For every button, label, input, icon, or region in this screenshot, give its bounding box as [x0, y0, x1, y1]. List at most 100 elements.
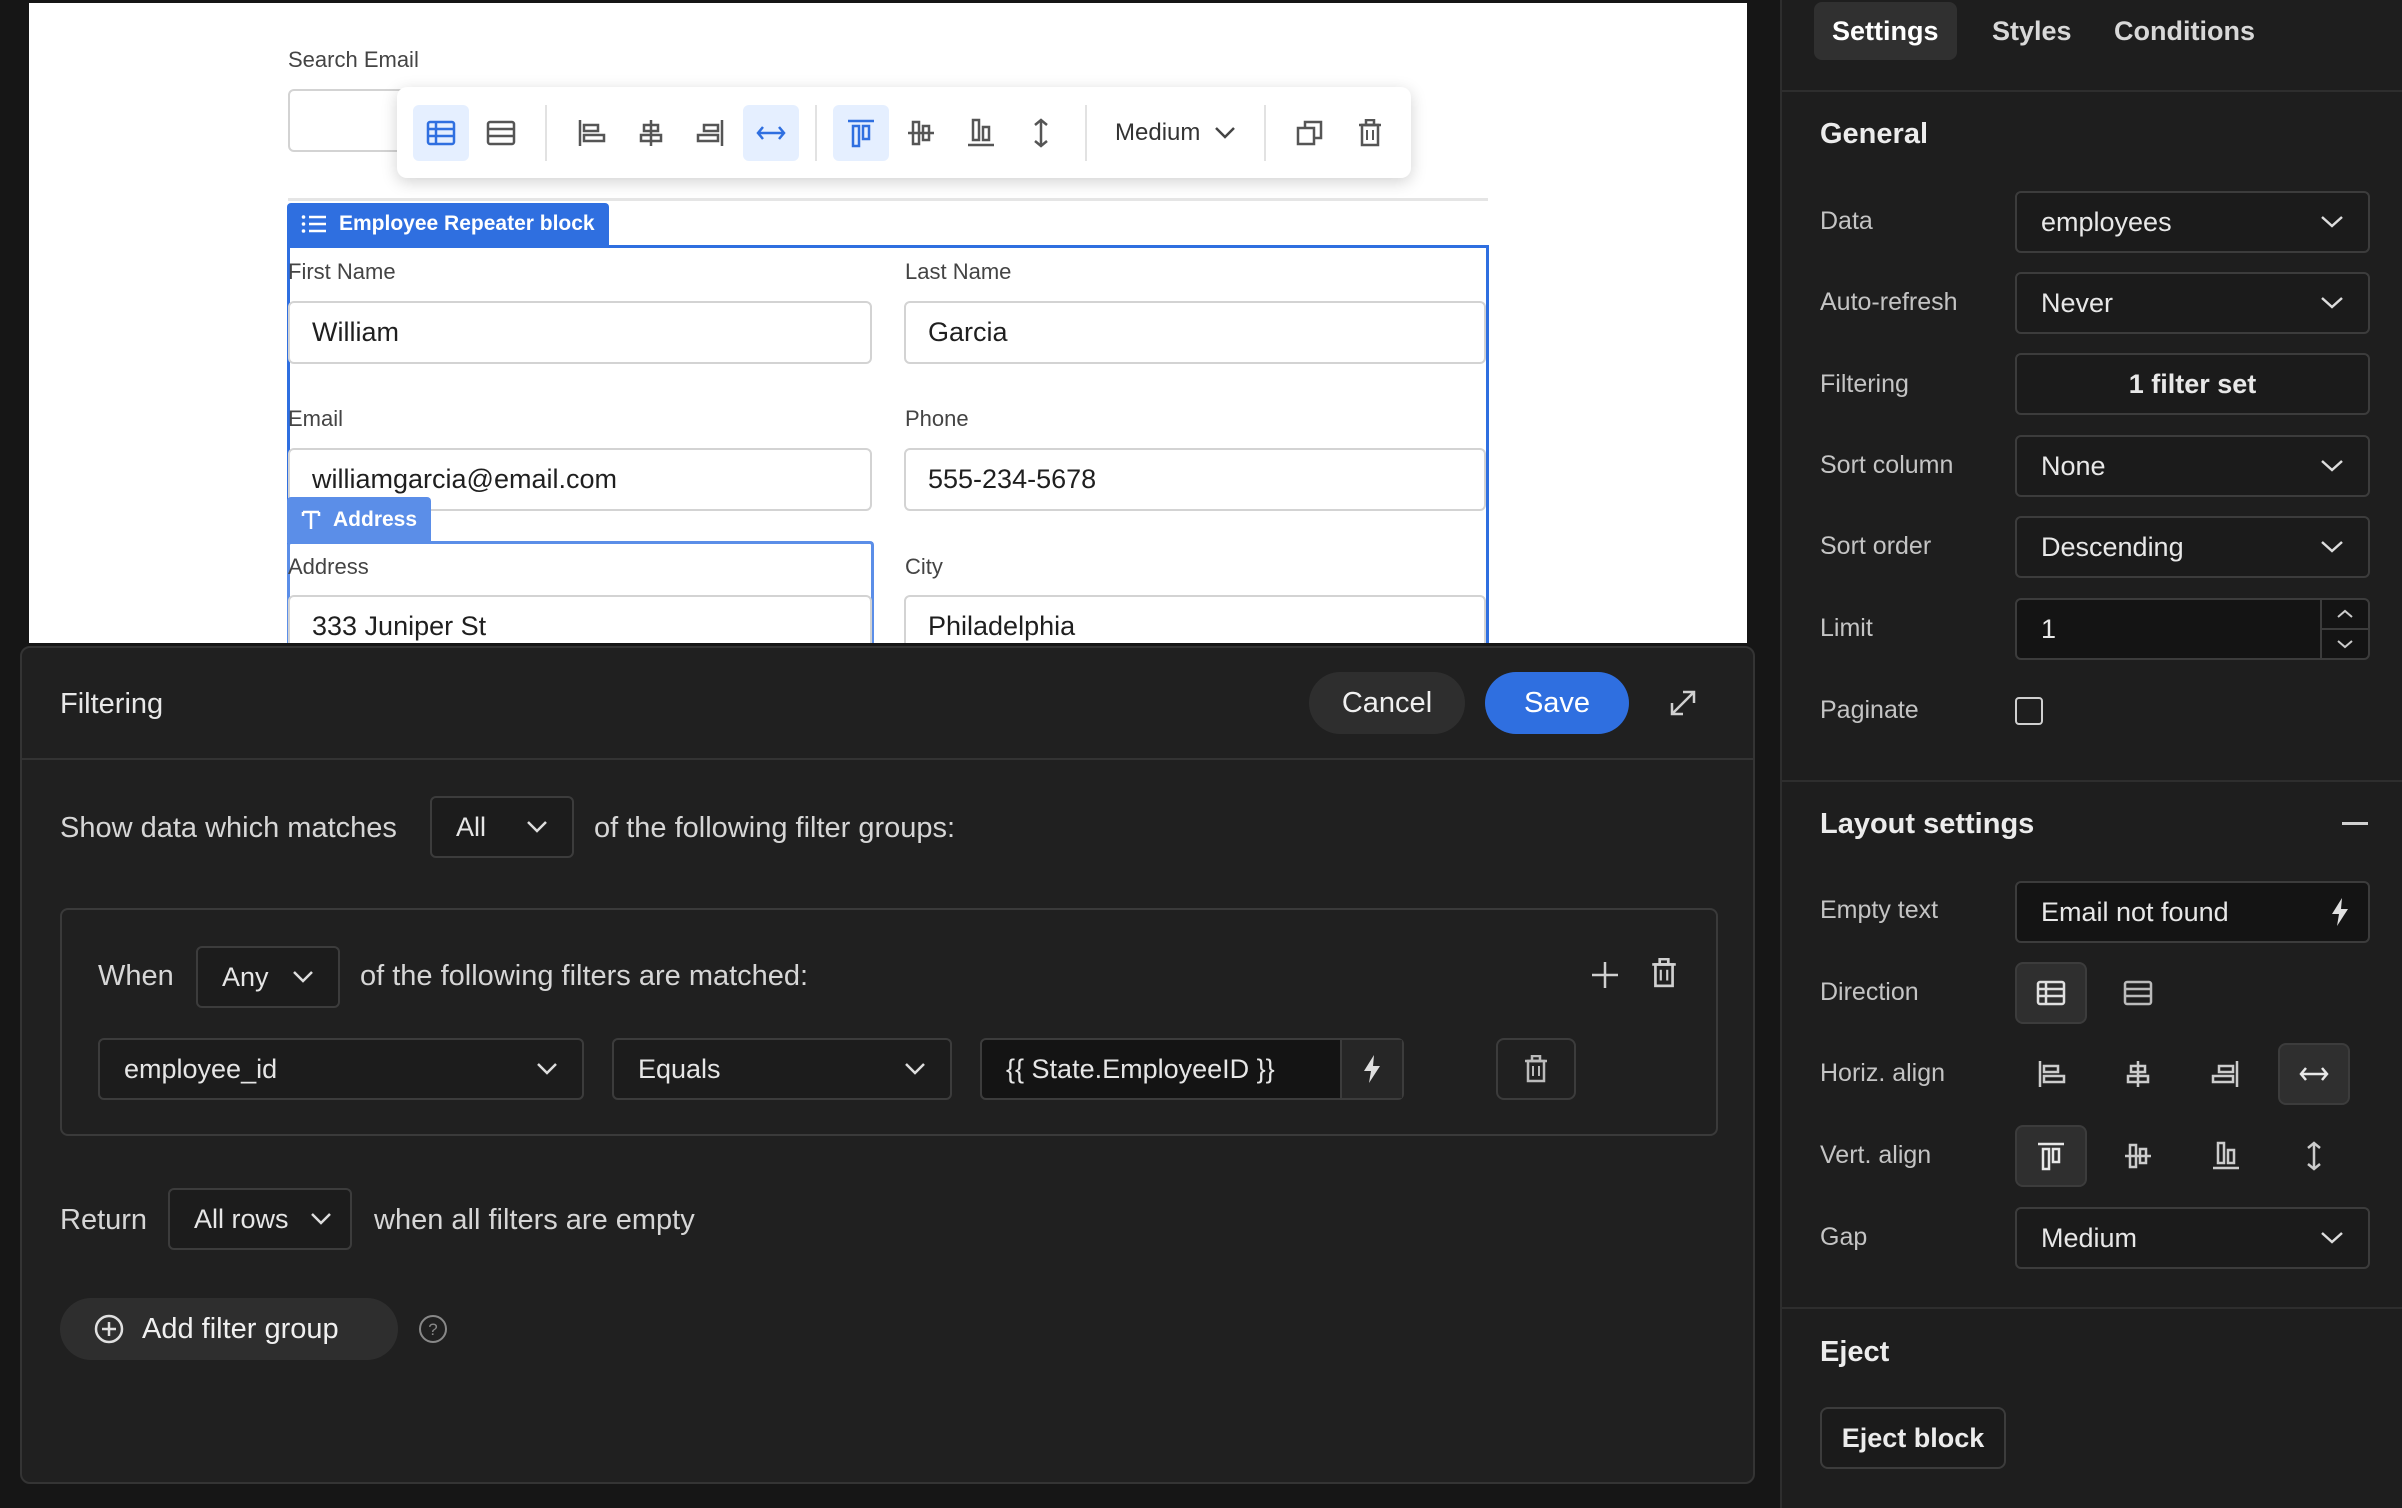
chevron-down-icon — [905, 1063, 925, 1075]
limit-increment-button[interactable] — [2322, 600, 2368, 630]
sort-column-label: Sort column — [1820, 451, 1954, 479]
cancel-button[interactable]: Cancel — [1309, 672, 1465, 734]
autorefresh-value: Never — [2041, 287, 2114, 318]
filtering-button[interactable]: 1 filter set — [2015, 353, 2370, 415]
email-label: Email — [288, 406, 344, 431]
direction-vertical-button[interactable] — [413, 104, 469, 161]
save-button[interactable]: Save — [1485, 672, 1629, 734]
direction-horizontal-button[interactable] — [473, 105, 529, 161]
return-suffix-text: when all filters are empty — [374, 1204, 695, 1236]
add-filter-group-button[interactable]: Add filter group — [60, 1298, 398, 1360]
valign-top-option[interactable] — [2015, 1125, 2087, 1187]
expand-button[interactable] — [1668, 688, 1698, 718]
list-icon — [301, 215, 326, 233]
sort-column-dropdown[interactable]: None — [2015, 435, 2370, 497]
delete-group-button[interactable] — [1650, 958, 1678, 988]
tab-settings[interactable]: Settings — [1814, 2, 1957, 60]
eject-section-title: Eject — [1820, 1336, 1890, 1368]
align-left-button[interactable] — [563, 105, 619, 161]
sort-order-label: Sort order — [1820, 532, 1932, 560]
delete-filter-button[interactable] — [1496, 1038, 1576, 1100]
valign-middle-option[interactable] — [2102, 1125, 2174, 1187]
add-filter-button[interactable] — [1590, 960, 1620, 990]
help-button[interactable]: ? — [418, 1314, 448, 1344]
paginate-checkbox[interactable] — [2015, 697, 2043, 725]
duplicate-button[interactable] — [1282, 105, 1338, 161]
valign-top-button[interactable] — [833, 104, 889, 161]
limit-decrement-button[interactable] — [2322, 630, 2368, 658]
empty-text-input[interactable]: Email not found — [2015, 881, 2370, 943]
empty-text-label: Empty text — [1820, 896, 1939, 924]
search-email-input[interactable] — [288, 89, 408, 152]
direction-vertical-option[interactable] — [2015, 962, 2087, 1024]
limit-label: Limit — [1820, 614, 1873, 642]
eject-block-button[interactable]: Eject block — [1820, 1407, 2006, 1469]
vertical-arrows-icon — [2307, 1141, 2321, 1171]
align-center-button[interactable] — [623, 105, 679, 161]
data-dropdown[interactable]: employees — [2015, 191, 2370, 253]
horizontal-arrows-icon — [756, 125, 786, 140]
sort-order-value: Descending — [2041, 531, 2184, 562]
first-name-label: First Name — [288, 259, 396, 284]
city-input[interactable]: Philadelphia — [904, 595, 1486, 643]
first-name-input[interactable]: William — [288, 301, 872, 364]
valign-bottom-icon — [968, 118, 994, 146]
autorefresh-dropdown[interactable]: Never — [2015, 272, 2370, 334]
chevron-down-icon — [2321, 541, 2343, 553]
repeater-badge[interactable]: Employee Repeater block — [287, 203, 609, 245]
delete-block-button[interactable] — [1342, 105, 1398, 161]
filter-field-dropdown[interactable]: employee_id — [98, 1038, 584, 1100]
valign-middle-button[interactable] — [893, 105, 949, 161]
collapse-icon[interactable] — [2342, 822, 2368, 825]
direction-horizontal-option[interactable] — [2102, 962, 2174, 1024]
autorefresh-label: Auto-refresh — [1820, 288, 1958, 316]
sort-order-dropdown[interactable]: Descending — [2015, 516, 2370, 578]
when-mode-dropdown[interactable]: Any — [196, 946, 340, 1008]
binding-button[interactable] — [1340, 1040, 1402, 1098]
chevron-down-icon — [2337, 640, 2353, 649]
return-rows-dropdown[interactable]: All rows — [168, 1188, 352, 1250]
vert-align-label: Vert. align — [1820, 1141, 1932, 1169]
valign-bottom-option[interactable] — [2190, 1125, 2262, 1187]
align-left-icon — [2038, 1061, 2066, 1087]
stretch-vertical-button[interactable] — [1013, 105, 1069, 161]
match-mode-value: All — [456, 811, 487, 842]
trash-icon — [1359, 118, 1382, 146]
trash-icon — [1525, 1055, 1547, 1083]
chevron-down-icon — [527, 821, 547, 833]
halign-left-option[interactable] — [2015, 1043, 2087, 1105]
valign-top-icon — [848, 119, 874, 147]
data-label: Data — [1820, 207, 1873, 235]
valign-stretch-option[interactable] — [2278, 1125, 2350, 1187]
valign-bottom-button[interactable] — [953, 105, 1009, 161]
data-value: employees — [2041, 206, 2172, 237]
gap-setting-dropdown[interactable]: Medium — [2015, 1207, 2370, 1269]
match-mode-dropdown[interactable]: All — [430, 796, 574, 858]
limit-stepper[interactable]: 1 — [2015, 598, 2370, 660]
halign-stretch-option[interactable] — [2278, 1043, 2350, 1105]
align-right-button[interactable] — [683, 105, 739, 161]
stretch-horizontal-button[interactable] — [743, 104, 799, 161]
valign-middle-icon — [2125, 1143, 2151, 1169]
tab-styles[interactable]: Styles — [1974, 2, 2090, 60]
address-badge-label: Address — [333, 508, 418, 531]
horizontal-arrows-icon — [2299, 1067, 2329, 1081]
settings-panel: Settings Styles Conditions General Data … — [1780, 0, 2402, 1508]
address-badge[interactable]: Address — [287, 497, 432, 543]
filter-value-input[interactable]: {{ State.EmployeeID }} — [980, 1038, 1404, 1100]
when-label: When — [98, 960, 174, 992]
halign-right-option[interactable] — [2190, 1043, 2262, 1105]
phone-input[interactable]: 555-234-5678 — [904, 448, 1486, 511]
last-name-input[interactable]: Garcia — [904, 301, 1486, 364]
svg-text:?: ? — [428, 1320, 437, 1339]
halign-center-option[interactable] — [2102, 1043, 2174, 1105]
columns-icon — [2123, 980, 2153, 1006]
tab-conditions[interactable]: Conditions — [2096, 2, 2273, 60]
filter-operator-dropdown[interactable]: Equals — [612, 1038, 952, 1100]
chevron-down-icon — [2321, 460, 2343, 472]
address-input[interactable]: 333 Juniper St — [288, 595, 872, 643]
when-suffix-text: of the following filters are matched: — [360, 960, 809, 992]
return-rows-value: All rows — [194, 1203, 289, 1234]
gap-dropdown[interactable]: Medium — [1101, 119, 1250, 147]
search-email-label: Search Email — [288, 47, 419, 72]
